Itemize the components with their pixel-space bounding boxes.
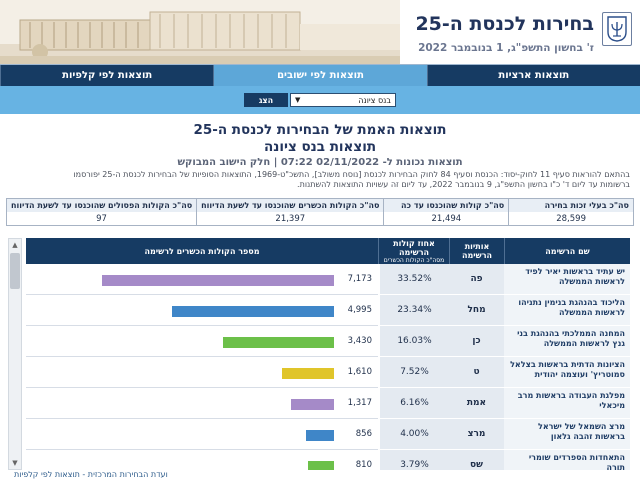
party-letters: ט bbox=[449, 357, 504, 388]
party-vote-percent: 16.03% bbox=[378, 326, 449, 357]
summary-label: סה"כ הקולות הפסולים שהוכנסו עד לשעת הדיו… bbox=[6, 199, 197, 213]
party-row: מרצ השמאל של ישראל בראשות זהבה גלאון מרצ 4… bbox=[26, 419, 630, 450]
party-row: המחנה הממלכתי בהנהגת בני גנץ לראשות הממש… bbox=[26, 326, 630, 357]
party-vote-percent: 33.52% bbox=[378, 264, 449, 295]
header-party-letters: אותיות הרשימה bbox=[449, 238, 504, 264]
party-letters: פה bbox=[449, 264, 504, 295]
party-row: יש עתיד בראשות יאיר לפיד לראשות הממשלה פה… bbox=[26, 264, 630, 295]
party-vote-count: 1,610 bbox=[347, 367, 372, 377]
header-vote-percent: אחוז קולות הרשימה מסה"כ הקולות הכשרים bbox=[378, 238, 449, 264]
party-name-link[interactable]: הציונות הדתית בראשות בצלאל סמוטריץ' ועוצ… bbox=[504, 357, 630, 388]
party-results-table: שם הרשימה אותיות הרשימה אחוז קולות הרשימ… bbox=[26, 238, 630, 480]
party-vote-percent: 4.00% bbox=[378, 419, 449, 450]
summary-value: 28,599 bbox=[556, 213, 586, 224]
party-vote-chart-cell: 1,317 bbox=[26, 388, 378, 419]
knesset-building-banner bbox=[0, 0, 400, 64]
header-party-name: שם הרשימה bbox=[504, 238, 630, 264]
party-name-link[interactable]: המחנה הממלכתי בהנהגת בני גנץ לראשות הממש… bbox=[504, 326, 630, 357]
legal-notice-line: ברשומות עד ליום ד' כ"ו בחשון התשפ"ג, 9 ב… bbox=[297, 180, 630, 189]
party-letters: אמת bbox=[449, 388, 504, 419]
results-city-title: תוצאות בנס ציונה bbox=[263, 139, 377, 155]
footer-link[interactable]: ועדת הבחירות המרכזית - תוצאות לפי קלפיות bbox=[14, 470, 168, 479]
party-name-link[interactable]: מרצ השמאל של ישראל בראשות זהבה גלאון bbox=[504, 419, 630, 450]
city-select-value: בנס ציונה bbox=[358, 95, 391, 105]
party-row: הליכוד בהנהגת בנימין נתניהו לראשות הממשל… bbox=[26, 295, 630, 326]
header-sublabel: מסה"כ הקולות הכשרים bbox=[383, 256, 445, 264]
party-vote-bar bbox=[223, 337, 334, 348]
legal-notice-line: בהתאם להוראות סעיף 11 לחוק-יסוד: הכנסת ו… bbox=[73, 170, 630, 179]
party-vote-bar bbox=[291, 399, 334, 410]
party-vote-bar bbox=[306, 430, 334, 441]
scroll-down-arrow-icon[interactable]: ▼ bbox=[9, 457, 21, 469]
vote-summary-table: סה"כ בעלי זכות בחירה 28,599 סה"כ קולות ש… bbox=[6, 198, 634, 226]
header-label: שם הרשימה bbox=[545, 246, 590, 256]
header-label: מספר הקולות הכשרים לרשימה bbox=[144, 246, 260, 256]
summary-value: 21,397 bbox=[275, 213, 306, 224]
page-header-title: בחירות לכנסת ה-25 bbox=[415, 13, 594, 35]
tab-results-by-ballot-box[interactable]: תוצאות לפי קלפיות bbox=[0, 65, 214, 86]
summary-votes-counted: סה"כ קולות שהוכנסו עד כה 21,494 bbox=[383, 199, 509, 225]
party-vote-count: 810 bbox=[355, 460, 372, 470]
summary-value: 21,494 bbox=[431, 213, 462, 224]
header-label: הרשימה bbox=[461, 251, 493, 260]
party-vote-bar bbox=[172, 306, 334, 317]
site-header: בחירות לכנסת ה-25 ז' בחשון התשפ"ג, 1 בנו… bbox=[0, 0, 640, 64]
legal-notice: בהתאם להוראות סעיף 11 לחוק-יסוד: הכנסת ו… bbox=[38, 170, 630, 190]
summary-invalid-votes: סה"כ הקולות הפסולים שהוכנסו עד לשעת הדיו… bbox=[6, 199, 197, 225]
summary-value: 97 bbox=[96, 213, 107, 224]
results-table-header: שם הרשימה אותיות הרשימה אחוז קולות הרשימ… bbox=[26, 238, 630, 264]
party-vote-chart-cell: 3,430 bbox=[26, 326, 378, 357]
party-vote-chart-cell: 1,610 bbox=[26, 357, 378, 388]
party-letters: כן bbox=[449, 326, 504, 357]
party-vote-count: 4,995 bbox=[347, 305, 372, 315]
page-header-date: ז' בחשון התשפ"ג, 1 בנובמבר 2022 bbox=[418, 42, 594, 54]
party-name-link[interactable]: מפלגת העבודה בראשות מרב מיכאלי bbox=[504, 388, 630, 419]
party-vote-percent: 23.34% bbox=[378, 295, 449, 326]
summary-label: סה"כ קולות שהוכנסו עד כה bbox=[384, 199, 509, 213]
party-vote-count: 1,317 bbox=[347, 398, 372, 408]
party-vote-bar bbox=[282, 368, 334, 379]
summary-label: סה"כ הקולות הכשרים שהוכנסו עד לשעת הדיוו… bbox=[197, 199, 384, 213]
summary-valid-votes: סה"כ הקולות הכשרים שהוכנסו עד לשעת הדיוו… bbox=[196, 199, 384, 225]
city-search-bar: בנס ציונה ▼ הצג bbox=[0, 86, 640, 114]
scroll-up-arrow-icon[interactable]: ▲ bbox=[9, 239, 21, 251]
party-vote-count: 3,430 bbox=[347, 336, 372, 346]
tab-results-by-city[interactable]: תוצאות לפי ישובים bbox=[213, 65, 427, 86]
party-vote-chart-cell: 7,173 bbox=[26, 264, 378, 295]
party-letters: מחל bbox=[449, 295, 504, 326]
party-vote-count: 856 bbox=[355, 429, 372, 439]
header-label: אחוז קולות הרשימה bbox=[393, 238, 435, 257]
party-vote-chart-cell: 856 bbox=[26, 419, 378, 450]
summary-label: סה"כ בעלי זכות בחירה bbox=[509, 199, 633, 213]
city-select[interactable]: בנס ציונה ▼ bbox=[290, 93, 396, 107]
page-footer: ועדת הבחירות המרכזית - תוצאות לפי קלפיות bbox=[0, 470, 640, 480]
party-vote-percent: 6.16% bbox=[378, 388, 449, 419]
state-emblem-icon bbox=[602, 12, 632, 46]
header-vote-count-chart: מספר הקולות הכשרים לרשימה bbox=[26, 238, 378, 264]
tab-national-results[interactable]: תוצאות ארציות bbox=[426, 65, 640, 86]
party-row: הציונות הדתית בראשות בצלאל סמוטריץ' ועוצ… bbox=[26, 357, 630, 388]
scrollbar-thumb[interactable] bbox=[10, 253, 20, 289]
party-vote-chart-cell: 4,995 bbox=[26, 295, 378, 326]
party-vote-percent: 7.52% bbox=[378, 357, 449, 388]
party-row: מפלגת העבודה בראשות מרב מיכאלי אמת 6.16% 1,… bbox=[26, 388, 630, 419]
party-vote-count: 7,173 bbox=[347, 274, 372, 284]
party-vote-bar bbox=[102, 275, 334, 286]
dropdown-arrow-icon: ▼ bbox=[295, 96, 301, 104]
results-main-title: תוצאות האמת של הבחירות לכנסת ה-25 bbox=[193, 122, 447, 138]
show-results-button[interactable]: הצג bbox=[244, 93, 288, 107]
results-scrollbar[interactable]: ▲ ▼ bbox=[8, 238, 22, 470]
header-label: אותיות bbox=[464, 242, 490, 251]
party-name-link[interactable]: הליכוד בהנהגת בנימין נתניהו לראשות הממשל… bbox=[504, 295, 630, 326]
results-updated-line: תוצאות נכונות ל- 02/11/2022 07:22 | חלק … bbox=[177, 157, 463, 168]
summary-eligible-voters: סה"כ בעלי זכות בחירה 28,599 bbox=[508, 199, 633, 225]
party-name-link[interactable]: יש עתיד בראשות יאיר לפיד לראשות הממשלה bbox=[504, 264, 630, 295]
party-letters: מרצ bbox=[449, 419, 504, 450]
results-tabs: תוצאות ארציות תוצאות לפי ישובים תוצאות ל… bbox=[0, 64, 640, 86]
